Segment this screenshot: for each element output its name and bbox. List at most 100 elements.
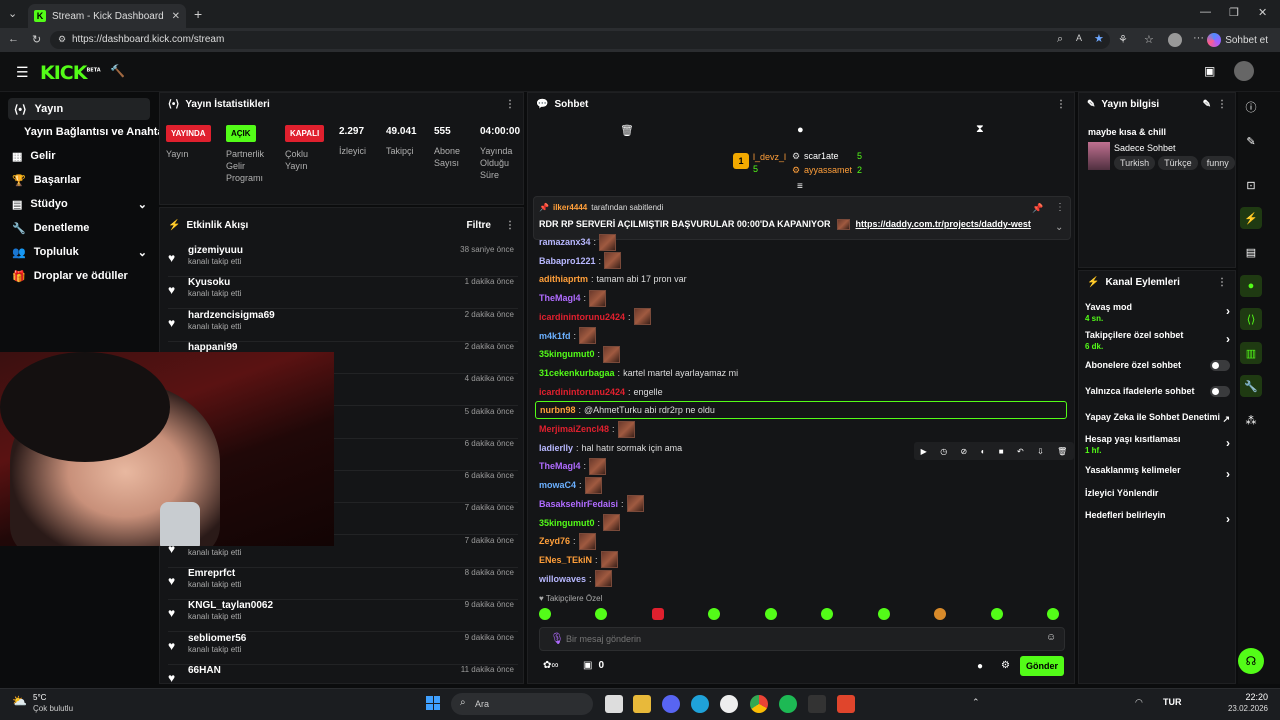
activity-user[interactable]: Kyusoku [188,277,230,288]
chat-message[interactable]: willowaves: [539,570,615,588]
activity-item[interactable]: ♥ hardzencisigma69 kanalı takip etti 2 daki… [168,310,518,342]
emote-icon[interactable] [708,608,721,620]
leader-name[interactable]: scar1ate [804,151,839,161]
chat-username[interactable]: icardinintorunu2424 [539,387,625,397]
more-menu-icon[interactable]: ··· [1193,32,1204,44]
chat-message[interactable]: m4k1fd: [539,327,599,345]
collapse-icon[interactable]: ≡ [797,181,803,192]
activity-item[interactable]: ♥ KNGL_taylan0062 kanalı takip etti 9 dakik… [168,600,518,633]
chat-message[interactable]: Zeyd76: [539,532,599,550]
profile-avatar[interactable] [1168,33,1182,47]
chat-message[interactable]: ramazanx34: [539,233,619,251]
emote-icon[interactable] [821,608,834,620]
support-icon[interactable]: ☊ [1238,648,1264,674]
channel-action-item[interactable]: Yalnızca ifadelerle sohbet [1085,386,1230,397]
favorite-star-icon[interactable]: ★ [1094,32,1104,45]
kick-logo[interactable]: KICKBETA [40,62,101,84]
toggle-switch[interactable] [1210,360,1230,371]
gear-icon[interactable]: ⚙ [1001,660,1010,671]
activity-item[interactable]: ♥ Kyusoku kanalı takip etti 1 dakika önce [168,277,518,310]
channel-action-item[interactable]: Hesap yaşı kısıtlaması 1 hf. › [1085,434,1230,455]
chat-username[interactable]: 31cekenkurbagaa [539,368,615,378]
chat-username[interactable]: MerjimaiZencl48 [539,424,609,434]
hamburger-menu-icon[interactable]: ☰ [16,64,29,81]
chat-message[interactable]: adithiaprtm: tamam abi 17 pron var [539,270,687,288]
nav-studyo[interactable]: ▤ Stüdyo ⌄ [12,193,147,215]
chat-username[interactable]: TheMagl4 [539,461,581,471]
edit-icon[interactable]: ✎ [1203,99,1211,110]
category-name[interactable]: Sadece Sohbet [1114,143,1176,153]
discord-icon[interactable] [662,695,680,713]
edge-icon[interactable] [691,695,709,713]
minimize-icon[interactable]: — [1200,6,1211,18]
more-icon[interactable]: ⋮ [505,99,515,110]
url-field[interactable]: https://dashboard.kick.com/stream [50,31,1110,49]
undo-icon[interactable]: ↶ [1017,447,1024,456]
chat-message[interactable]: Babapro1221: [539,252,624,270]
delete-icon[interactable]: ■ [999,447,1004,456]
channel-action-item[interactable]: Yavaş mod 4 sn. › [1085,302,1230,323]
emote-icon[interactable] [934,608,947,620]
chat-settings-bubble-icon[interactable]: ● [977,661,983,672]
pencil-icon[interactable]: ✎ [1240,130,1262,152]
emote-icon[interactable] [877,608,890,620]
ban-icon[interactable]: ⊘ [961,447,968,456]
chat-username[interactable]: m4k1fd [539,331,571,341]
app-active-icon[interactable] [837,695,855,713]
extensions-icon[interactable]: ⚘ [1118,33,1128,46]
send-button[interactable]: Gönder [1020,656,1064,676]
bolt-icon[interactable]: ⚡ [1240,207,1262,229]
emote-icon[interactable] [1046,608,1059,620]
chat-username[interactable]: adithiaprtm [539,274,588,284]
chat-message[interactable]: BasaksehirFedaisi: [539,495,647,513]
chat-input[interactable] [566,631,1036,647]
chat-username[interactable]: mowaC4 [539,480,576,490]
tab-list-icon[interactable]: ⌄ [8,7,17,20]
chat-username[interactable]: 35kingumut0 [539,518,595,528]
trash-icon[interactable]: 🗑 [620,124,634,137]
capture-icon[interactable]: ⊡ [1240,174,1262,196]
leader-name[interactable]: ayyassamet [804,165,852,175]
chat-username[interactable]: nurbn98 [540,405,576,415]
activity-user[interactable]: sebliomer56 [188,633,246,644]
chat-message[interactable]: icardinintorunu2424: [539,308,654,326]
chat-username[interactable]: 35kingumut0 [539,349,595,359]
nav-stream-key[interactable]: Yayın Bağlantısı ve Anahtarı [24,121,171,143]
stream-preview-icon[interactable]: ▣ [1204,64,1215,78]
broadcast-icon[interactable]: ⟨⟩ [1240,308,1262,330]
activity-user[interactable]: KNGL_taylan0062 [188,600,273,611]
more-icon[interactable]: ⋮ [505,220,515,231]
channel-action-item[interactable]: Abonelere özel sohbet [1085,360,1230,371]
nav-yayin[interactable]: ⟨•⟩ Yayın [8,98,150,120]
hammer-icon[interactable]: 🔨 [110,64,125,78]
chat-username[interactable]: BasaksehirFedaisi [539,499,618,509]
nav-droplar[interactable]: 🎁 Droplar ve ödüller [12,265,128,287]
channel-action-item[interactable]: Hedefleri belirleyin › [1085,510,1230,526]
chat-message[interactable]: 35kingumut0: [539,514,623,532]
activity-item[interactable]: ♥ gizemiyuuu kanalı takip etti 38 saniye ön… [168,245,518,277]
activity-item[interactable]: ♥ sebliomer56 kanalı takip etti 9 dakika ön… [168,633,518,665]
unpin-icon[interactable]: 📌 [1032,203,1043,214]
chat-username[interactable]: Babapro1221 [539,256,596,266]
chat-message[interactable]: TheMagl4: [539,289,609,307]
collections-icon[interactable]: ☆ [1144,33,1154,46]
chat-message[interactable]: 31cekenkurbagaa: kartel martel ayarlayama… [539,364,738,382]
chat-bubble-icon[interactable]: ● [797,124,804,136]
nav-gelir[interactable]: ▦ Gelir [12,145,55,167]
file-explorer-icon[interactable] [633,695,651,713]
copilot-chat-button[interactable]: Sohbet et [1207,31,1268,49]
activity-user[interactable]: Emreprfct [188,568,235,579]
chat-username[interactable]: TheMagl4 [539,293,581,303]
emote-icon[interactable] [651,608,664,620]
activity-user[interactable]: gizemiyuuu [188,245,243,256]
wifi-icon[interactable]: ◠ [1135,697,1143,708]
taskbar-search[interactable]: Ara [451,693,593,715]
mic-icon[interactable]: 🎙 [550,632,564,645]
new-tab-icon[interactable]: + [194,6,202,22]
chat-username[interactable]: ladierlly [539,443,573,453]
trash-icon[interactable]: 🗑 [1057,447,1067,456]
emote-icon[interactable] [595,608,608,620]
play-icon[interactable]: ▶ [921,447,927,456]
chat-message[interactable]: ENes_TEkiN: [539,551,621,569]
wrench-icon[interactable]: 🔧 [1240,375,1262,397]
